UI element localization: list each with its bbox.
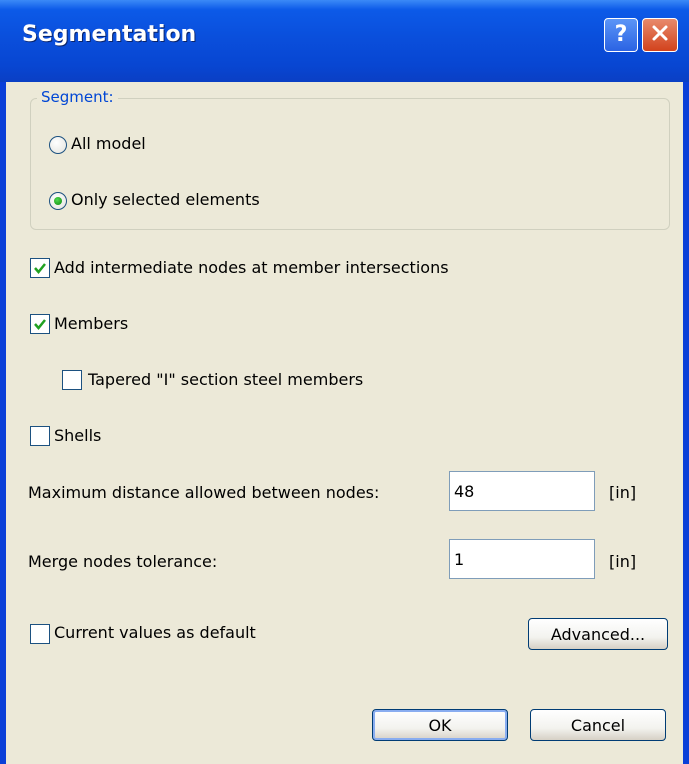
merge-tolerance-input[interactable] [449, 539, 595, 579]
max-distance-input[interactable] [449, 471, 595, 511]
members-label[interactable]: Members [54, 314, 128, 333]
shells-label[interactable]: Shells [54, 426, 101, 445]
checkbox-shells[interactable] [30, 426, 50, 446]
help-icon: ? [611, 21, 631, 49]
checkbox-tapered-sections[interactable] [62, 370, 82, 390]
intermediate-nodes-label[interactable]: Add intermediate nodes at member interse… [54, 258, 449, 277]
max-distance-label: Maximum distance allowed between nodes: [28, 483, 380, 502]
merge-tolerance-unit: [in] [609, 552, 637, 571]
radio-selected-dot [54, 197, 62, 205]
current-defaults-label[interactable]: Current values as default [54, 623, 256, 642]
title-bar[interactable]: Segmentation ? [0, 0, 689, 82]
advanced-button[interactable]: Advanced... [528, 618, 668, 650]
window-title: Segmentation [22, 22, 197, 47]
cancel-button[interactable]: Cancel [530, 709, 666, 741]
check-mark-icon [34, 263, 46, 274]
merge-tolerance-label: Merge nodes tolerance: [28, 552, 218, 571]
radio-only-selected[interactable] [49, 192, 67, 210]
radio-all-model-label[interactable]: All model [71, 134, 146, 153]
close-button[interactable] [642, 18, 678, 52]
dialog-body: Segment: All model Only selected element… [6, 82, 683, 764]
close-icon [651, 24, 669, 46]
max-distance-unit: [in] [609, 483, 637, 502]
ok-button[interactable]: OK [372, 709, 508, 741]
checkbox-intermediate-nodes[interactable] [30, 258, 50, 278]
radio-only-selected-label[interactable]: Only selected elements [71, 190, 260, 209]
help-button[interactable]: ? [604, 18, 638, 52]
segment-groupbox: Segment: All model Only selected element… [30, 88, 670, 230]
segment-group-legend: Segment: [37, 88, 118, 106]
check-mark-icon [34, 319, 46, 330]
radio-all-model[interactable] [49, 136, 67, 154]
svg-text:?: ? [615, 22, 628, 45]
checkbox-current-defaults[interactable] [30, 624, 50, 644]
segmentation-dialog: Segmentation ? Segment: All model Only s… [0, 0, 689, 764]
checkbox-members[interactable] [30, 314, 50, 334]
tapered-sections-label[interactable]: Tapered "I" section steel members [88, 370, 363, 389]
